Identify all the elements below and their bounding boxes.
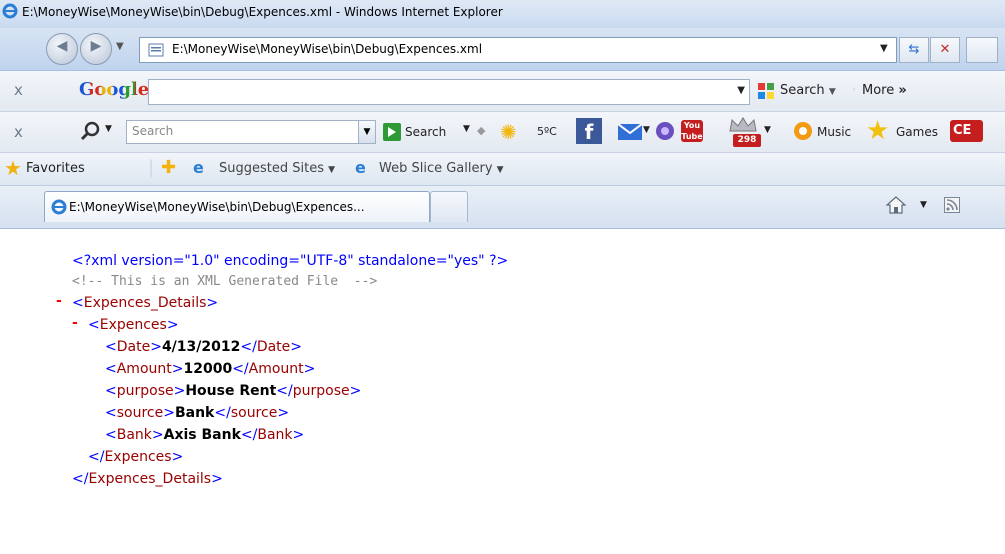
favorites-button[interactable]: Favorites <box>26 161 85 176</box>
web-slice-ie-icon: e <box>355 158 366 177</box>
tab-ie-icon <box>51 199 67 215</box>
more-button[interactable]: More » <box>862 83 907 98</box>
toolbar-search-placeholder: Search <box>132 124 174 138</box>
weather-temperature[interactable]: 5ºC <box>537 125 557 138</box>
close-toolbar-icon[interactable]: x <box>14 81 23 99</box>
close-search-toolbar-icon[interactable]: x <box>14 123 23 141</box>
more-chevron-icon: » <box>898 83 907 98</box>
music-icon[interactable] <box>793 121 813 141</box>
google-search-button[interactable]: Search ▼ <box>780 83 836 98</box>
search-box-edge[interactable] <box>966 37 998 63</box>
xml-field-purpose: <purpose>House Rent</purpose> <box>105 383 362 399</box>
xml-field-source: <source>Bank</source> <box>105 405 290 421</box>
google-search-dropdown-icon[interactable]: ▼ <box>737 85 745 96</box>
toolbar-search-dropdown-icon[interactable]: ▼ <box>358 121 375 143</box>
address-bar[interactable]: E:\MoneyWise\MoneyWise\bin\Debug\Expence… <box>139 37 897 63</box>
xml-field-bank: <Bank>Axis Bank</Bank> <box>105 427 305 443</box>
messenger-icon[interactable] <box>655 121 675 141</box>
xml-field-date: <Date>4/13/2012</Date> <box>105 339 303 355</box>
tab-title: E:\MoneyWise\MoneyWise\bin\Debug\Expence… <box>69 200 365 214</box>
web-slice-dropdown-icon: ▼ <box>496 165 504 175</box>
tab-expences-xml[interactable]: E:\MoneyWise\MoneyWise\bin\Debug\Expence… <box>44 191 430 222</box>
search-toolbar: x ▼ Search ▼ Search ▼ ◆ ✺ 5ºC f ▼ You Tub… <box>0 112 1005 153</box>
forward-button[interactable]: ▶ <box>80 33 112 65</box>
xml-record-open-tag: <Expences> <box>88 317 179 333</box>
notification-badge: 298 <box>733 134 761 147</box>
refresh-button[interactable]: ⇆ <box>899 37 929 63</box>
refresh-icon: ⇆ <box>908 42 920 57</box>
add-favorite-icon[interactable]: ✚ <box>161 157 176 178</box>
favorites-star-icon[interactable]: ★ <box>4 156 22 180</box>
forward-arrow-icon: ▶ <box>90 38 102 54</box>
tab-bar: E:\MoneyWise\MoneyWise\bin\Debug\Expence… <box>0 186 1005 229</box>
xml-comment: <!-- This is an XML Generated File --> <box>72 274 378 289</box>
facebook-icon[interactable]: f <box>576 118 602 144</box>
toolbar-separator: · <box>852 83 857 98</box>
xml-root-open-tag: <Expences_Details> <box>72 295 219 311</box>
search-options-dropdown-icon[interactable]: ▼ <box>463 124 470 134</box>
page-icon <box>148 43 164 57</box>
mail-dropdown-icon[interactable]: ▼ <box>643 125 650 135</box>
suggested-sites-dropdown-icon: ▼ <box>328 165 336 175</box>
toolbar-search-input[interactable]: Search ▼ <box>126 120 376 144</box>
xml-field-amount: <Amount>12000</Amount> <box>105 361 316 377</box>
engine-dropdown-icon[interactable]: ▼ <box>105 124 112 134</box>
address-dropdown-icon[interactable]: ▼ <box>880 43 888 54</box>
stop-button[interactable]: ✕ <box>930 37 960 63</box>
stop-icon: ✕ <box>939 42 951 57</box>
badge-dropdown-icon[interactable]: ▼ <box>764 125 771 135</box>
web-slice-gallery-link[interactable]: Web Slice Gallery ▼ <box>379 161 504 176</box>
separator-icon: ◆ <box>477 124 486 137</box>
crown-icon[interactable] <box>728 117 758 133</box>
window-title: E:\MoneyWise\MoneyWise\bin\Debug\Expence… <box>22 5 503 19</box>
youtube-icon[interactable]: You Tube <box>681 120 703 142</box>
favorites-separator: | <box>148 157 155 178</box>
google-search-input[interactable]: ▼ <box>148 79 750 105</box>
music-link[interactable]: Music <box>817 125 851 139</box>
suggested-sites-link[interactable]: Suggested Sites ▼ <box>219 161 335 176</box>
xml-root-close-tag: </Expences_Details> <box>72 471 223 487</box>
back-button[interactable]: ◀ <box>46 33 78 65</box>
navigation-bar: ◀ ▶ ▼ E:\MoneyWise\MoneyWise\bin\Debug\E… <box>0 28 1005 71</box>
toolbar-search-button[interactable]: Search <box>405 125 446 139</box>
back-arrow-icon: ◀ <box>56 38 68 54</box>
google-toolbar: x Google ▼ Search ▼ · More » <box>0 71 1005 112</box>
cbs-icon[interactable]: CE <box>950 120 983 142</box>
google-logo: Google <box>79 79 150 100</box>
search-dropdown-icon: ▼ <box>828 87 836 97</box>
home-icon[interactable] <box>886 196 906 214</box>
games-star-icon[interactable]: ★ <box>866 116 889 146</box>
google-search-icon <box>758 83 774 99</box>
home-dropdown-icon[interactable]: ▼ <box>920 200 927 210</box>
ie-logo-icon <box>2 3 18 19</box>
suggested-sites-ie-icon: e <box>193 158 204 177</box>
xml-record-close-tag: </Expences> <box>88 449 184 465</box>
mail-icon[interactable] <box>618 124 642 140</box>
sun-weather-icon: ✺ <box>500 120 517 144</box>
games-link[interactable]: Games <box>896 125 938 139</box>
collapse-root-toggle[interactable]: - <box>56 293 62 309</box>
favorites-bar: ★ Favorites | ✚ e Suggested Sites ▼ e We… <box>0 153 1005 186</box>
new-tab-button[interactable] <box>430 191 468 222</box>
magnifier-icon[interactable] <box>80 120 102 142</box>
collapse-record-toggle[interactable]: - <box>72 315 78 331</box>
go-arrow-icon[interactable] <box>383 123 401 141</box>
xml-declaration: <?xml version="1.0" encoding="UTF-8" sta… <box>72 253 509 269</box>
recent-pages-dropdown-icon[interactable]: ▼ <box>116 41 124 52</box>
window-title-bar: E:\MoneyWise\MoneyWise\bin\Debug\Expence… <box>0 0 1005 28</box>
feeds-icon[interactable] <box>944 197 960 213</box>
address-url[interactable]: E:\MoneyWise\MoneyWise\bin\Debug\Expence… <box>172 42 482 56</box>
